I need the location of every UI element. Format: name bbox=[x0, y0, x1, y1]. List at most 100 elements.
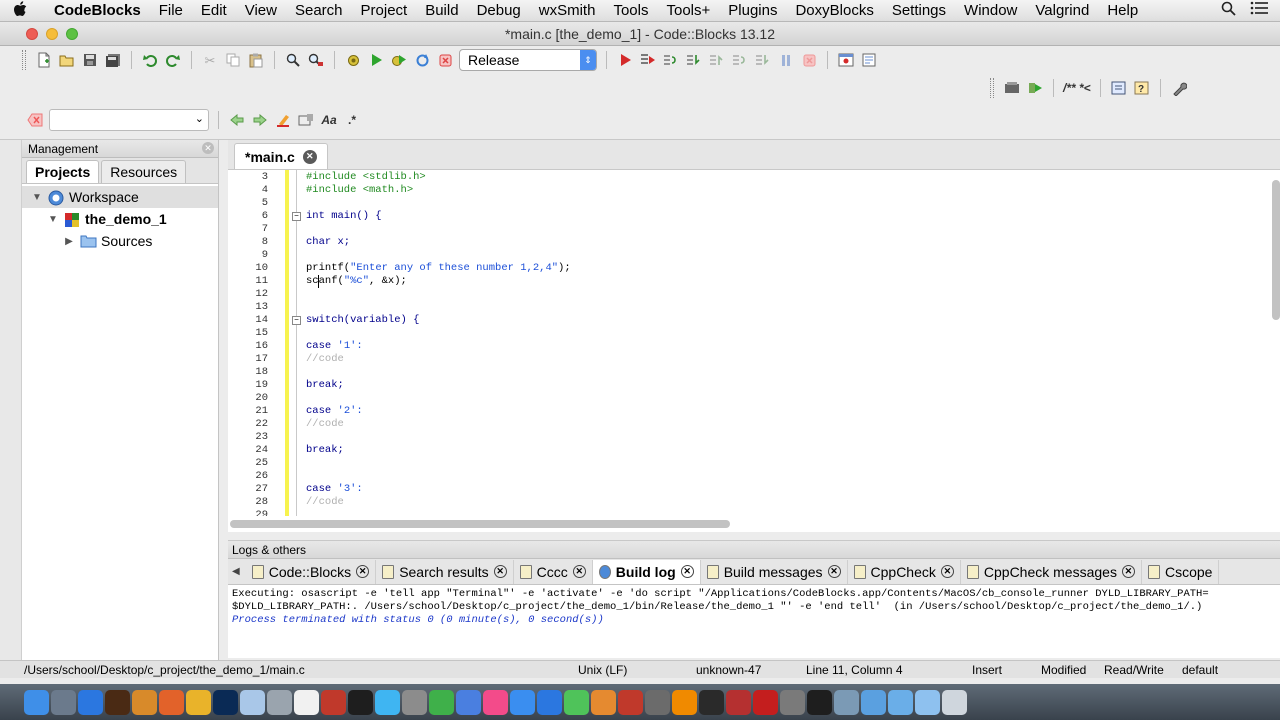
code-line[interactable]: printf("Enter any of these number 1,2,4"… bbox=[306, 262, 571, 274]
apple-icon[interactable] bbox=[0, 0, 40, 21]
wps-icon[interactable] bbox=[618, 689, 643, 715]
close-tab-icon[interactable]: ✕ bbox=[302, 149, 317, 164]
tree-item-workspace[interactable]: ▼ Workspace bbox=[22, 186, 218, 208]
vlc-icon[interactable] bbox=[672, 689, 697, 715]
build-target-select[interactable]: Release ⇕ bbox=[459, 49, 597, 71]
menu-valgrind[interactable]: Valgrind bbox=[1026, 0, 1098, 22]
keynote-icon[interactable] bbox=[456, 689, 481, 715]
close-icon[interactable]: ✕ bbox=[1121, 565, 1135, 578]
menu-build[interactable]: Build bbox=[416, 0, 467, 22]
run-icon[interactable] bbox=[367, 51, 385, 69]
code-line[interactable]: //code bbox=[306, 418, 344, 430]
menu-search[interactable]: Search bbox=[286, 0, 352, 22]
tab-main-c[interactable]: *main.c ✕ bbox=[234, 143, 328, 169]
code-line[interactable]: #include <stdlib.h> bbox=[306, 171, 426, 183]
close-icon[interactable]: ✕ bbox=[356, 565, 370, 578]
finder-icon[interactable] bbox=[24, 689, 49, 715]
safari-icon[interactable] bbox=[78, 689, 103, 715]
chrome-icon[interactable] bbox=[186, 689, 211, 715]
code-line[interactable]: //code bbox=[306, 496, 344, 508]
save-all-icon[interactable] bbox=[104, 51, 122, 69]
code-line[interactable]: int main() { bbox=[306, 210, 382, 222]
system-preferences-icon[interactable] bbox=[402, 689, 427, 715]
log-tab-code-blocks[interactable]: Code::Blocks ✕ bbox=[246, 559, 377, 584]
expanded-triangle-icon[interactable]: ▼ bbox=[30, 192, 44, 203]
illustrator-icon[interactable] bbox=[105, 689, 130, 715]
photoshop-icon[interactable] bbox=[213, 689, 238, 715]
debug-run-icon[interactable] bbox=[616, 51, 634, 69]
chevron-down-icon[interactable]: ⌄ bbox=[195, 112, 204, 125]
toolbar-grip[interactable] bbox=[22, 50, 26, 70]
close-icon[interactable]: ✕ bbox=[572, 565, 586, 578]
close-icon[interactable]: ✕ bbox=[493, 565, 507, 578]
acrobat-icon[interactable] bbox=[753, 689, 778, 715]
menu-edit[interactable]: Edit bbox=[192, 0, 236, 22]
sublime-icon[interactable] bbox=[132, 689, 157, 715]
help-icon[interactable] bbox=[267, 689, 292, 715]
close-icon[interactable]: ✕ bbox=[202, 142, 214, 154]
code-line[interactable]: case '2': bbox=[306, 405, 363, 417]
next-instruction-icon[interactable] bbox=[731, 51, 749, 69]
find-icon[interactable] bbox=[284, 51, 302, 69]
menu-doxyblocks[interactable]: DoxyBlocks bbox=[786, 0, 882, 22]
new-file-icon[interactable] bbox=[35, 51, 53, 69]
collapsed-triangle-icon[interactable]: ▶ bbox=[62, 236, 76, 247]
expanded-triangle-icon[interactable]: ▼ bbox=[46, 214, 60, 225]
terminal-2-icon[interactable] bbox=[699, 689, 724, 715]
paste-icon[interactable] bbox=[247, 51, 265, 69]
list-icon[interactable] bbox=[1250, 1, 1268, 20]
photo-booth-icon[interactable] bbox=[321, 689, 346, 715]
menu-tools-plus[interactable]: Tools+ bbox=[657, 0, 719, 22]
folder-icon[interactable] bbox=[915, 689, 940, 715]
next-line-icon[interactable] bbox=[662, 51, 680, 69]
fold-toggle-icon[interactable]: − bbox=[292, 316, 301, 325]
match-case-icon[interactable]: Aa bbox=[320, 111, 338, 129]
run-to-cursor-icon[interactable] bbox=[639, 51, 657, 69]
menu-window[interactable]: Window bbox=[955, 0, 1026, 22]
code-line[interactable]: break; bbox=[306, 444, 344, 456]
tree-item-project[interactable]: ▼ the_demo_1 bbox=[22, 208, 218, 230]
tab-projects[interactable]: Projects bbox=[26, 160, 100, 183]
selected-text-only-icon[interactable] bbox=[297, 111, 315, 129]
kindle-icon[interactable] bbox=[807, 689, 832, 715]
build-icon[interactable] bbox=[344, 51, 362, 69]
log-tab-cscope[interactable]: Cscope bbox=[1142, 559, 1220, 584]
menu-wxsmith[interactable]: wxSmith bbox=[530, 0, 605, 22]
app-menu-codeblocks[interactable]: CodeBlocks bbox=[40, 0, 150, 22]
code-line[interactable]: //code bbox=[306, 353, 344, 365]
code-line[interactable]: break; bbox=[306, 379, 344, 391]
codeblocks-icon[interactable] bbox=[645, 689, 670, 715]
downloads-icon[interactable] bbox=[861, 689, 886, 715]
undo-icon[interactable] bbox=[141, 51, 159, 69]
pause-icon[interactable] bbox=[777, 51, 795, 69]
clear-search-icon[interactable] bbox=[26, 111, 44, 129]
debug-windows-icon[interactable] bbox=[837, 51, 855, 69]
safari-2-icon[interactable] bbox=[537, 689, 562, 715]
app-store-icon[interactable] bbox=[510, 689, 535, 715]
abort-icon[interactable] bbox=[436, 51, 454, 69]
menu-settings[interactable]: Settings bbox=[883, 0, 955, 22]
code-line[interactable]: scanf("%c", &x); bbox=[306, 275, 407, 287]
filezilla-icon[interactable] bbox=[726, 689, 751, 715]
code-line[interactable]: case '3': bbox=[306, 483, 363, 495]
facetime-icon[interactable] bbox=[564, 689, 589, 715]
extract-docs-icon[interactable] bbox=[1026, 79, 1044, 97]
code-editor[interactable]: 3 #include <stdlib.h> 4 #include <math.h> 5 6… bbox=[228, 170, 1272, 516]
code-line[interactable]: #include <math.h> bbox=[306, 184, 413, 196]
log-tab-search-results[interactable]: Search results ✕ bbox=[376, 559, 514, 584]
close-icon[interactable]: ✕ bbox=[940, 565, 954, 578]
code-line[interactable]: char x; bbox=[306, 236, 350, 248]
tree-item-sources[interactable]: ▶ Sources bbox=[22, 230, 218, 252]
horizontal-scrollbar[interactable] bbox=[230, 520, 730, 528]
log-tab-cppcheck-messages[interactable]: CppCheck messages ✕ bbox=[961, 559, 1142, 584]
log-tab-cccc[interactable]: Cccc ✕ bbox=[514, 559, 593, 584]
scroll-left-icon[interactable]: ◀ bbox=[232, 566, 240, 577]
numbers-icon[interactable] bbox=[429, 689, 454, 715]
rebuild-icon[interactable] bbox=[413, 51, 431, 69]
vertical-scrollbar[interactable] bbox=[1272, 180, 1280, 320]
chm-help-icon[interactable]: ? bbox=[1133, 79, 1151, 97]
vmware-icon[interactable] bbox=[780, 689, 805, 715]
find-previous-icon[interactable] bbox=[228, 111, 246, 129]
regex-icon[interactable]: .* bbox=[343, 111, 361, 129]
save-icon[interactable] bbox=[81, 51, 99, 69]
